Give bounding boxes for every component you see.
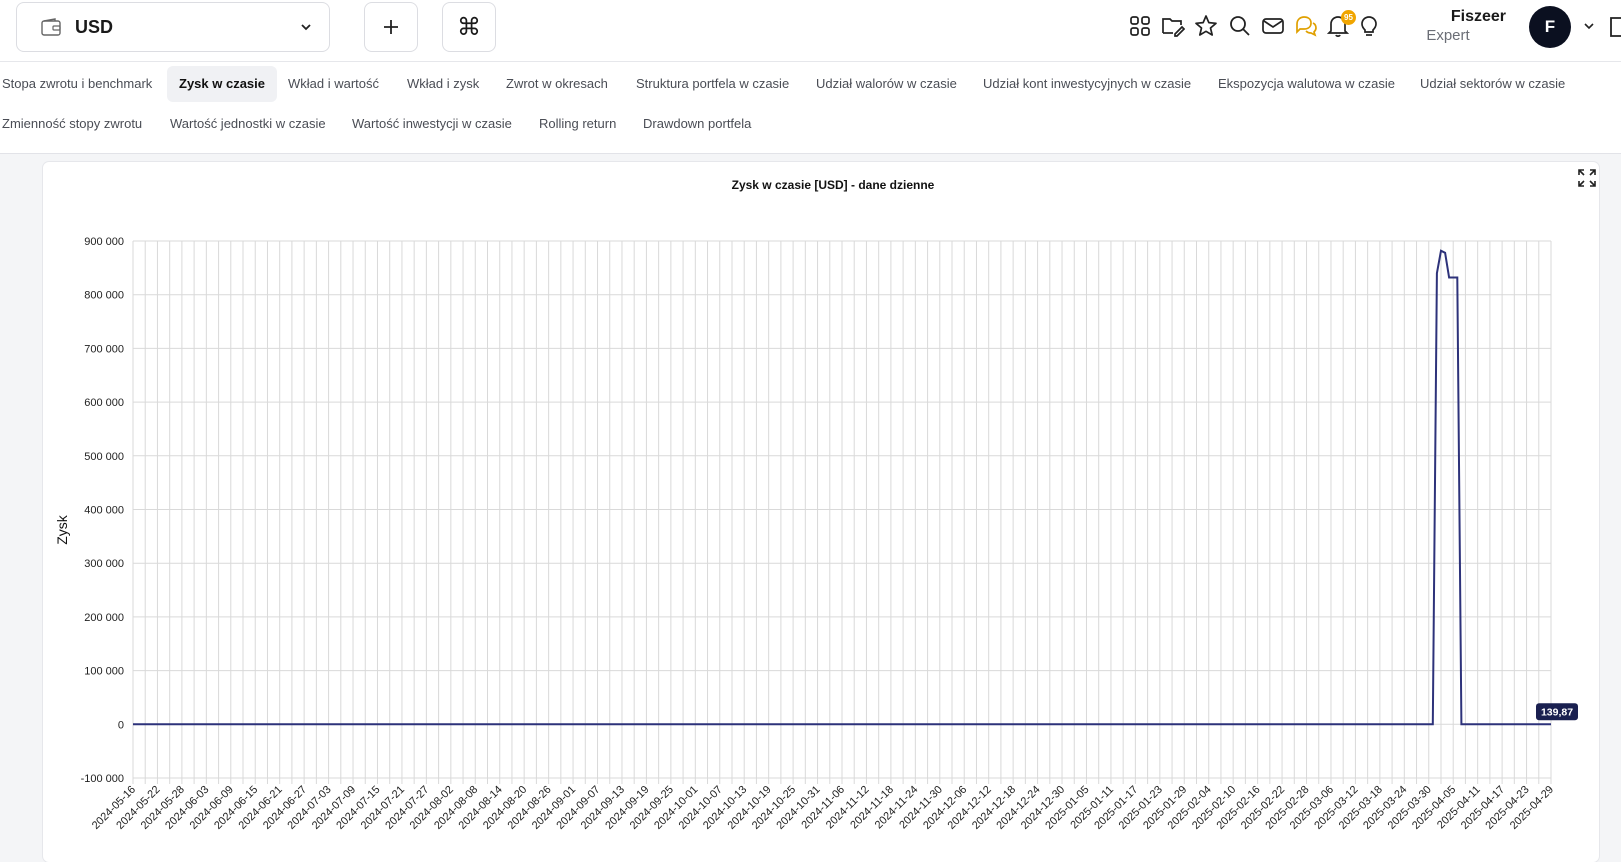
y-tick-label: -100 000 [81, 773, 124, 785]
y-tick-label: 400 000 [84, 505, 124, 517]
chart-grid [132, 240, 1552, 784]
y-tick-label: 500 000 [84, 451, 124, 463]
y-tick-label: 600 000 [84, 397, 124, 409]
x-axis-ticks: 2024-05-162024-05-222024-05-282024-06-03… [90, 784, 1556, 832]
y-tick-label: 200 000 [84, 612, 124, 624]
y-tick-label: 900 000 [84, 236, 124, 248]
y-axis-label: Zysk [54, 514, 70, 545]
y-tick-label: 0 [118, 719, 124, 731]
last-value-text: 139,87 [1541, 707, 1573, 719]
y-tick-label: 300 000 [84, 558, 124, 570]
y-tick-label: 700 000 [84, 343, 124, 355]
profit-line-chart: 900 000 800 000 700 000 600 000 500 000 400 0… [54, 236, 1578, 832]
y-tick-label: 800 000 [84, 290, 124, 302]
y-tick-label: 100 000 [84, 666, 124, 678]
y-axis-ticks: 900 000 800 000 700 000 600 000 500 000 400 0… [81, 236, 124, 785]
last-value-label: 139,87 [1536, 703, 1578, 721]
